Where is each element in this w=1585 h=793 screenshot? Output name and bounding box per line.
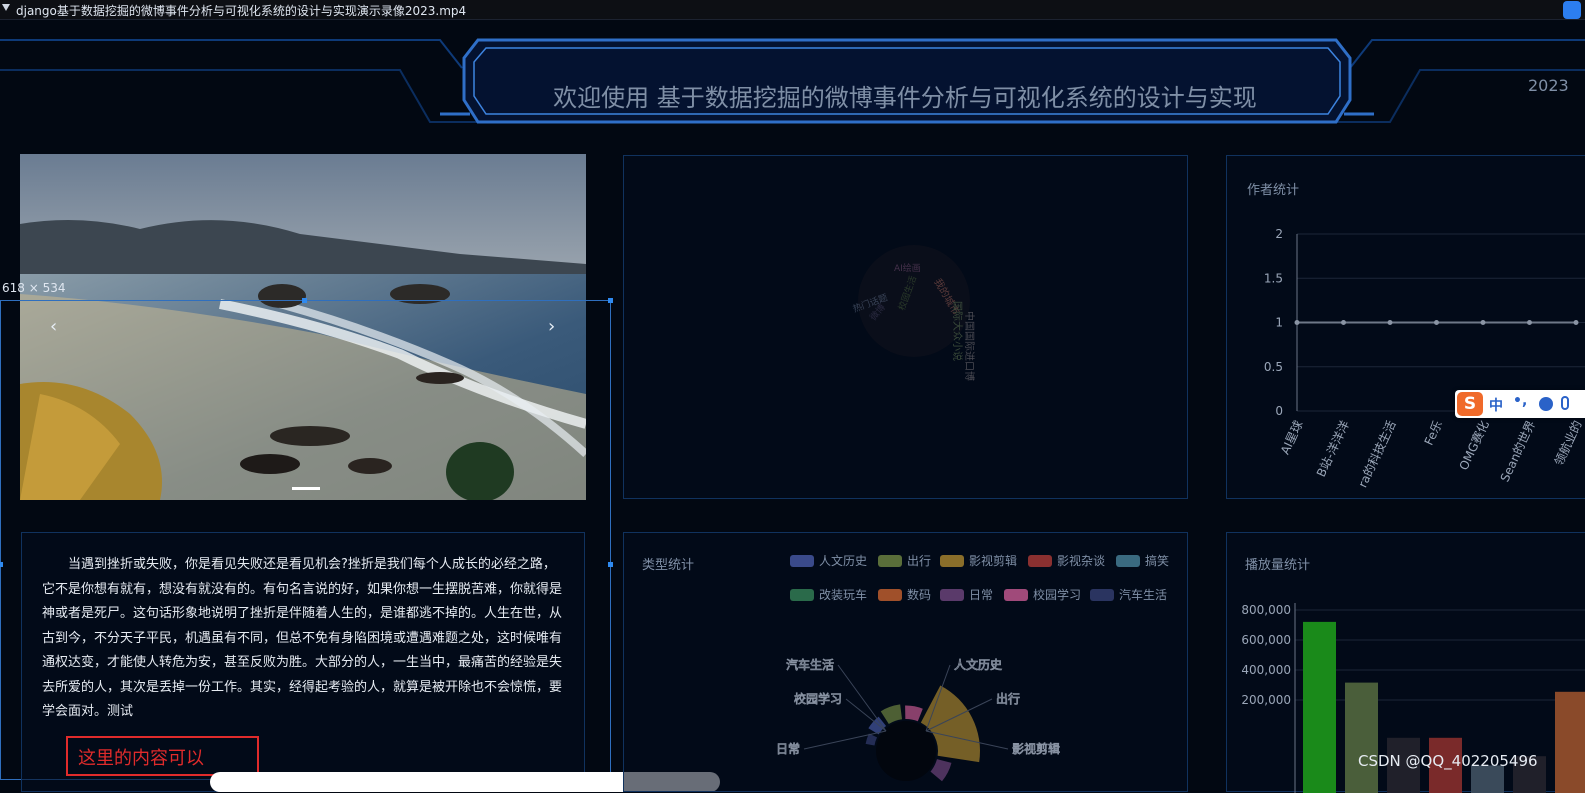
legend-swatch: [878, 589, 902, 601]
data-point: [1480, 320, 1486, 325]
wordcloud-panel: 热门话题 AI绘画 我的城市 国际大众小说 中国国际进口博 校园生活 微博: [623, 155, 1188, 499]
pie-label: 汽车生活: [786, 657, 834, 672]
label-leader: [837, 664, 887, 732]
ime-language-toggle[interactable]: 中: [1489, 395, 1503, 415]
pie-label: 日常: [776, 742, 800, 756]
bar: [1555, 691, 1585, 793]
wordcloud-graphic: 热门话题 AI绘画 我的城市 国际大众小说 中国国际进口博 校园生活 微博: [851, 245, 976, 381]
y-tick-label: 200,000: [1241, 693, 1291, 707]
author-chart-panel: 作者统计 2 1.5 1 0.5 0 AI星球 B站-洋洋洋 ra的科技生活 Fe乐 OMG赛化 S…: [1226, 155, 1585, 499]
legend-item[interactable]: 数码: [878, 586, 932, 602]
legend-swatch: [878, 555, 902, 567]
x-tick-label: OMG赛化: [1456, 418, 1492, 472]
legend-swatch: [940, 555, 964, 567]
video-filename: django基于数据挖掘的微博事件分析与可视化系统的设计与实现演示录像2023.…: [16, 4, 467, 18]
ime-punctuation-toggle[interactable]: •,: [1513, 393, 1527, 409]
carousel-prev-arrow[interactable]: ‹: [50, 316, 57, 337]
data-point: [1387, 320, 1393, 325]
watermark: CSDN @QQ_402205496: [1358, 752, 1538, 770]
wordcloud-word: 国际大众小说: [951, 301, 964, 361]
pie-label: 影视剪辑: [1012, 741, 1060, 756]
legend-label: 数码: [907, 588, 932, 602]
carousel-indicator[interactable]: [292, 487, 320, 490]
legend-swatch: [1090, 589, 1114, 601]
x-tick-label: Fe乐: [1422, 418, 1446, 447]
legend-swatch: [1028, 555, 1052, 567]
pie-slice: [905, 705, 923, 722]
annotation-box: 这里的内容可以: [66, 736, 259, 776]
data-point: [1527, 320, 1532, 325]
page-header: 欢迎使用 基于数据挖掘的微博事件分析与可视化系统的设计与实现 2023: [0, 30, 1585, 130]
type-chart-panel: 类型统计 汽车生活 人文历史 出行 校园学习 影视剪辑 日常: [623, 532, 1188, 792]
app-corner-icon[interactable]: [1563, 1, 1581, 19]
legend-item[interactable]: 人文历史: [790, 552, 868, 568]
data-point: [1294, 320, 1300, 325]
pie-label: 校园学习: [794, 691, 842, 706]
bar: [1303, 621, 1336, 793]
data-point: [1434, 320, 1439, 325]
pie-label: 出行: [996, 692, 1020, 706]
y-tick-label: 600,000: [1241, 633, 1291, 647]
legend-label: 影视剪辑: [969, 554, 1018, 568]
legend-swatch: [1116, 555, 1140, 567]
legend-label: 汽车生活: [1119, 588, 1168, 602]
carousel-next-arrow[interactable]: ›: [548, 316, 555, 337]
legend-item[interactable]: 搞笑: [1116, 552, 1170, 568]
legend-item[interactable]: 汽车生活: [1090, 586, 1168, 602]
legend-label: 影视杂谈: [1057, 554, 1106, 568]
wordcloud-word: 中国国际进口博: [963, 311, 976, 381]
data-point: [1341, 320, 1346, 325]
author-line-chart: 2 1.5 1 0.5 0AI星球 B站-洋洋洋 ra的科技生活 Fe乐 OMG赛化 Sean的世…: [1264, 227, 1585, 490]
resize-handle-left[interactable]: [0, 562, 3, 567]
ime-toolbar[interactable]: S 中 •,: [1455, 390, 1585, 418]
legend-label: 日常: [969, 588, 994, 602]
data-point: [1573, 320, 1579, 325]
y-tick-label: 1.5: [1264, 271, 1283, 285]
legend-label: 改装玩车: [819, 588, 868, 602]
legend-item[interactable]: 出行: [878, 552, 932, 568]
legend-swatch: [940, 589, 964, 601]
article-text: 当遇到挫折或失败，你是看见失败还是看见机会?挫折是我们每个人成长的必经之路，它不…: [42, 557, 563, 719]
emoji-icon[interactable]: [1539, 397, 1553, 411]
y-tick-label: 2: [1275, 227, 1283, 241]
x-tick-label: AI星球: [1278, 418, 1306, 456]
y-tick-label: 0.5: [1264, 360, 1283, 374]
video-title-bar: django基于数据挖掘的微博事件分析与可视化系统的设计与实现演示录像2023.…: [0, 0, 1585, 20]
collapse-triangle-icon[interactable]: [2, 4, 10, 11]
y-tick-label: 400,000: [1241, 663, 1291, 677]
resize-handle-top[interactable]: [302, 298, 307, 303]
legend-swatch: [790, 589, 814, 601]
x-tick-label: Sean的世界: [1497, 418, 1538, 484]
y-tick-label: 800,000: [1241, 603, 1291, 617]
x-tick-label: 领航业的: [1551, 418, 1585, 468]
x-tick-label: ra的科技生活: [1355, 418, 1399, 490]
bar: [1345, 682, 1378, 793]
wordcloud-word: AI绘画: [894, 262, 921, 274]
pie-slice: [880, 704, 903, 725]
legend-swatch: [1004, 589, 1028, 601]
legend-item[interactable]: 校园学习: [1004, 586, 1082, 602]
element-size-label: 618 × 534: [2, 281, 66, 295]
legend-item[interactable]: 日常: [940, 586, 994, 602]
x-tick-label: B站-洋洋洋: [1313, 418, 1352, 479]
pie-label: 人文历史: [954, 657, 1002, 672]
annotation-text: 这里的内容可以: [78, 748, 204, 769]
header-year: 2023: [1528, 76, 1569, 95]
resize-handle-right[interactable]: [608, 562, 613, 567]
resize-handle-top-right[interactable]: [608, 298, 613, 303]
type-pie-chart: 汽车生活 人文历史出行 校园学习影视剪辑 日常: [776, 657, 1060, 782]
microphone-icon[interactable]: [1561, 396, 1569, 410]
legend-label: 校园学习: [1033, 588, 1082, 602]
legend-label: 人文历史: [819, 554, 868, 568]
y-tick-label: 1: [1275, 316, 1283, 330]
ime-logo-icon[interactable]: S: [1457, 392, 1483, 416]
legend-item[interactable]: 影视杂谈: [1028, 552, 1106, 568]
legend-swatch: [790, 555, 814, 567]
legend-item[interactable]: 改装玩车: [790, 586, 868, 602]
page-title: 欢迎使用 基于数据挖掘的微博事件分析与可视化系统的设计与实现: [553, 84, 1257, 112]
legend-item[interactable]: 影视剪辑: [940, 552, 1018, 568]
legend-label: 出行: [907, 554, 932, 568]
legend-label: 搞笑: [1145, 554, 1170, 568]
y-tick-label: 0: [1275, 404, 1283, 418]
